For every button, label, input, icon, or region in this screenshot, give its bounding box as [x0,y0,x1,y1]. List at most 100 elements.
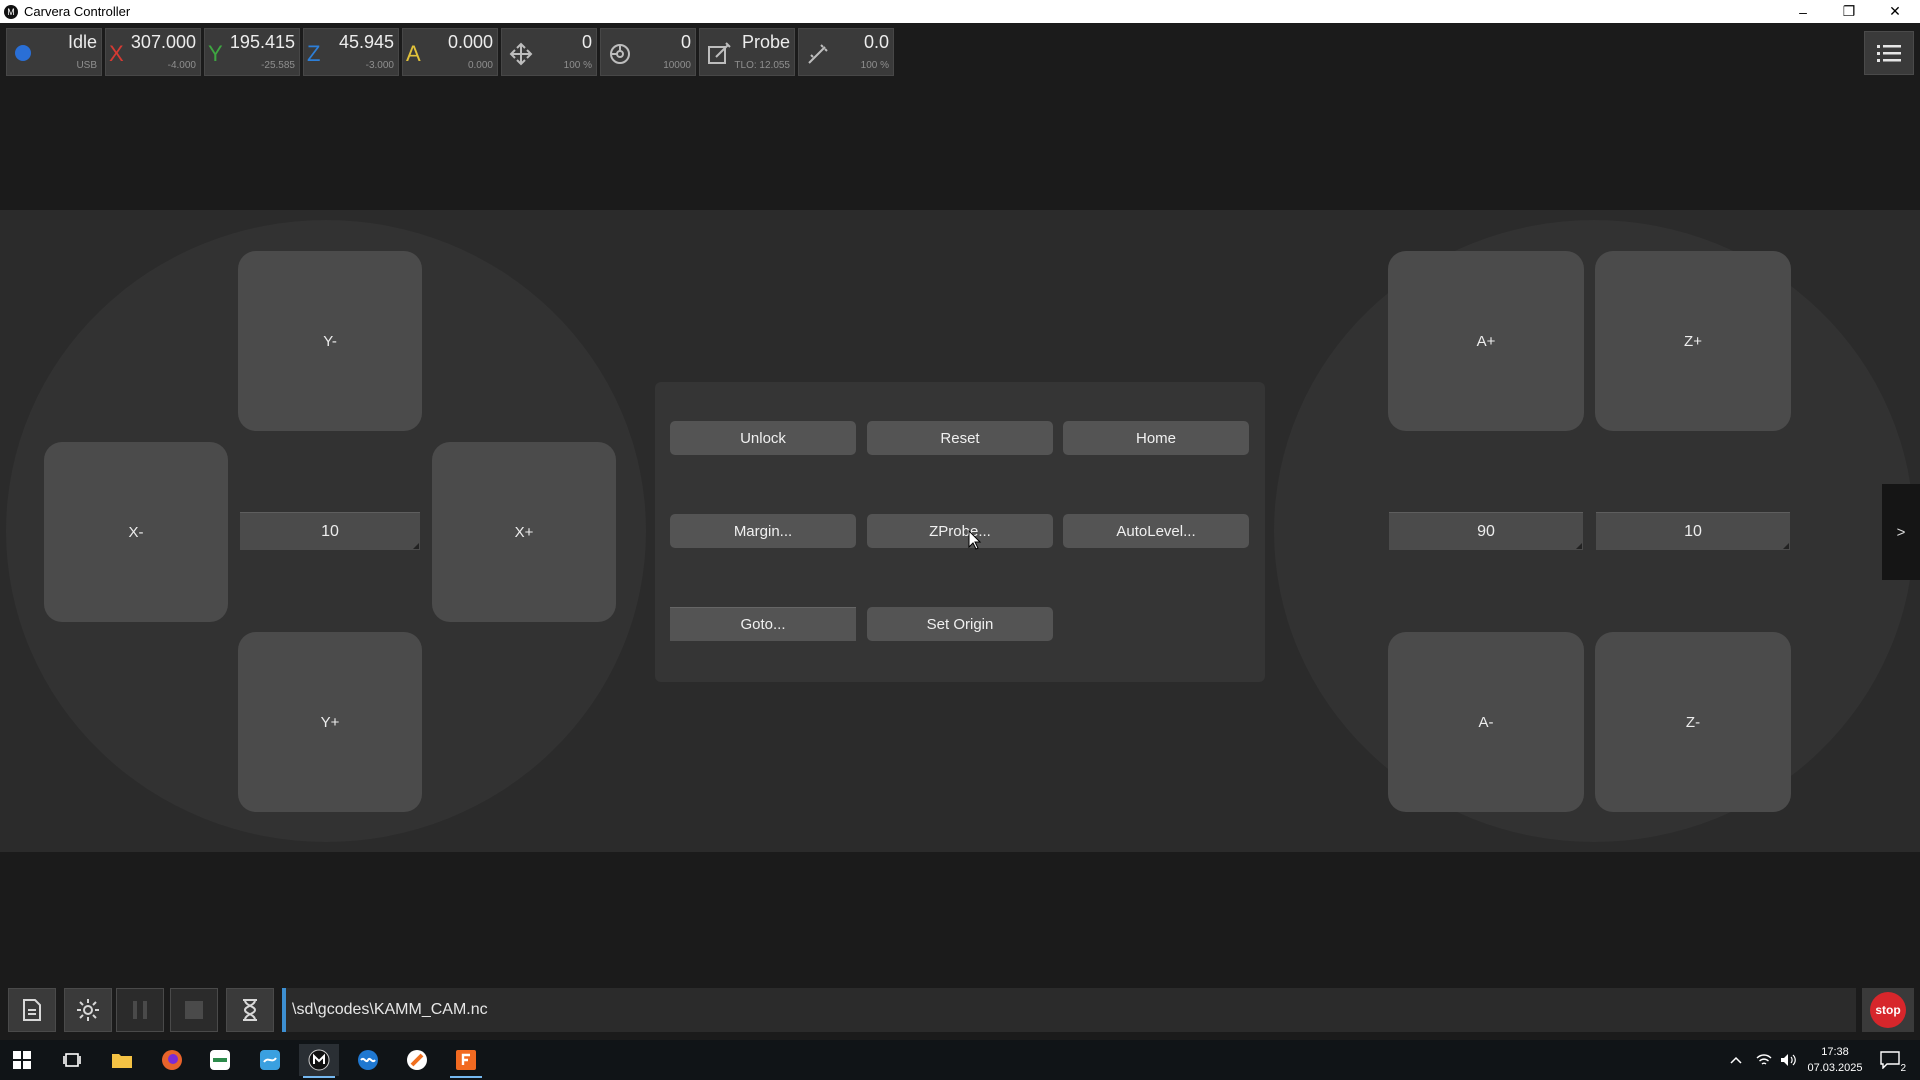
laser-icon [808,44,828,64]
file-icon [23,999,41,1021]
machine-state-cell[interactable]: Idle USB [6,28,102,76]
y-position-cell[interactable]: Y 195.415 -25.585 [204,28,300,76]
job-timer-button[interactable] [226,988,274,1032]
taskbar-app-blue[interactable] [250,1044,290,1076]
tool-cell[interactable]: Probe TLO: 12.055 [699,28,795,76]
a-step-size-dropdown[interactable]: 90 [1389,512,1583,550]
file-browser-button[interactable] [8,988,56,1032]
margin-button[interactable]: Margin... [670,514,856,548]
set-origin-button[interactable]: Set Origin [867,607,1053,641]
laser-cell[interactable]: 0.0 100 % [798,28,894,76]
emergency-stop-button[interactable]: stop [1862,988,1914,1032]
network-button[interactable] [1752,1044,1776,1076]
os-taskbar: 17:38 07.03.2025 2 [0,1040,1920,1080]
jog-y-minus-button[interactable]: Y- [238,251,422,431]
minimize-button[interactable]: – [1780,0,1826,23]
clock-date: 07.03.2025 [1807,1062,1863,1074]
tool-icon [708,42,731,64]
jog-a-plus-button[interactable]: A+ [1388,251,1584,431]
taskbar-carvera-controller[interactable] [299,1044,339,1078]
carvera-icon [308,1049,330,1071]
stop-square-icon [185,1001,203,1019]
feed-cell[interactable]: 0 100 % [501,28,597,76]
z-step-size-dropdown[interactable]: 10 [1596,512,1790,550]
cricut-icon [210,1050,230,1070]
jog-y-plus-button[interactable]: Y+ [238,632,422,812]
z-work-position: -3.000 [365,60,394,71]
a-position-cell[interactable]: A 0.000 0.000 [402,28,498,76]
jog-x-plus-button[interactable]: X+ [432,442,616,622]
start-button[interactable] [2,1044,42,1076]
taskbar-app-orange[interactable] [397,1044,437,1076]
jog-z-minus-button[interactable]: Z- [1595,632,1791,812]
gear-icon [77,999,99,1021]
jog-a-minus-button[interactable]: A- [1388,632,1584,812]
chevron-up-icon [1730,1056,1742,1064]
pause-button[interactable] [116,988,164,1032]
current-file-path[interactable]: \sd\gcodes\KAMM_CAM.nc [282,988,1856,1032]
window-title-bar: M Carvera Controller – ❐ ✕ [0,0,1920,23]
xy-step-size-dropdown[interactable]: 10 [240,512,420,550]
z-position-cell[interactable]: Z 45.945 -3.000 [303,28,399,76]
tool-length-offset: TLO: 12.055 [734,60,790,71]
expand-panel-tab[interactable]: > [1882,484,1920,580]
app-waves-icon [358,1050,378,1070]
feed-rate: 0 [581,32,592,52]
taskbar-fusion[interactable] [446,1044,486,1078]
bottom-toolbar: \sd\gcodes\KAMM_CAM.nc stop [0,982,1920,1036]
close-button[interactable]: ✕ [1872,0,1918,23]
volume-button[interactable] [1776,1044,1800,1076]
x-axis-letter: X [109,41,124,66]
jog-z-plus-button[interactable]: Z+ [1595,251,1791,431]
action-center-button[interactable]: 2 [1872,1044,1908,1076]
goto-button[interactable]: Goto... [670,607,856,641]
main-menu-button[interactable] [1864,31,1914,75]
spindle-icon [610,44,630,64]
hourglass-icon [243,999,257,1021]
machine-status-bar: Idle USB X 307.000 -4.000 Y 195.415 -25.… [6,28,894,76]
spindle-cell[interactable]: 0 10000 [600,28,696,76]
y-axis-letter: Y [208,41,223,66]
taskbar-app-waves[interactable] [348,1044,388,1076]
settings-button[interactable] [64,988,112,1032]
app-orange-icon [407,1050,427,1070]
pause-icon [133,1001,147,1019]
laser-scale: 100 % [860,60,889,71]
x-position-cell[interactable]: X 307.000 -4.000 [105,28,201,76]
connection-type: USB [76,60,97,71]
connection-status-dot [15,45,31,61]
speaker-icon [1781,1054,1796,1066]
a-work-position: 0.000 [467,60,493,71]
tray-overflow-button[interactable] [1724,1044,1748,1076]
reset-button[interactable]: Reset [867,421,1053,455]
taskbar-cricut[interactable] [200,1044,240,1076]
app-blue-icon [260,1050,280,1070]
stop-sign-icon: stop [1870,992,1906,1028]
taskbar-firefox[interactable] [152,1044,192,1076]
folder-icon [112,1054,132,1068]
task-view-button[interactable] [52,1044,92,1076]
app-logo-icon: M [4,4,18,19]
mouse-cursor-icon [968,530,982,550]
unlock-button[interactable]: Unlock [670,421,856,455]
jog-x-minus-button[interactable]: X- [44,442,228,622]
a-axis-letter: A [406,41,421,66]
z-machine-position: 45.945 [338,32,394,52]
spindle-speed: 0 [680,32,691,52]
system-clock[interactable]: 17:38 07.03.2025 [1800,1044,1870,1076]
feed-override: 100 % [563,60,592,71]
machine-state: Idle [67,32,97,52]
taskbar-file-explorer[interactable] [102,1044,142,1076]
feed-move-icon [509,42,533,66]
tool-name: Probe [741,32,790,52]
x-machine-position: 307.000 [130,32,196,52]
clock-time: 17:38 [1821,1046,1849,1058]
zprobe-button[interactable]: ZProbe... [867,514,1053,548]
a-machine-position: 0.000 [447,32,493,52]
autolevel-button[interactable]: AutoLevel... [1063,514,1249,548]
notification-icon [1880,1051,1900,1069]
fusion-icon [456,1050,476,1070]
restore-button[interactable]: ❐ [1826,0,1872,23]
home-button[interactable]: Home [1063,421,1249,455]
stop-job-button[interactable] [170,988,218,1032]
